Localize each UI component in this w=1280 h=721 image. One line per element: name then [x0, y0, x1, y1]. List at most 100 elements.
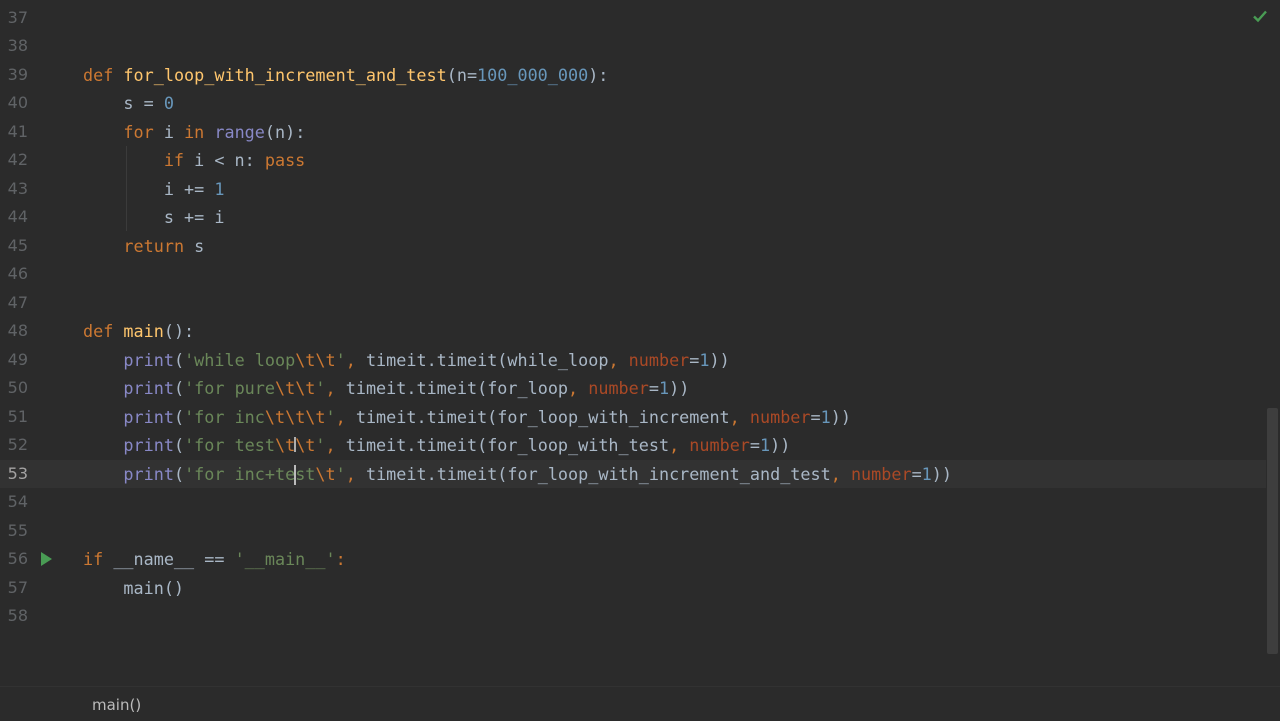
code-line[interactable]: 44 s += i	[0, 203, 1266, 232]
code-text[interactable]: i += 1	[83, 175, 225, 204]
line-number: 48	[7, 321, 28, 340]
line-number: 37	[7, 7, 28, 27]
code-token: =	[911, 463, 922, 484]
code-token: (n=	[446, 64, 478, 85]
code-token: timeit.timeit(for_loop	[345, 378, 569, 398]
code-line[interactable]: 46	[0, 260, 1266, 289]
code-line[interactable]: 43 i += 1	[0, 175, 1266, 204]
code-token: \t	[315, 463, 336, 484]
code-token: '	[335, 349, 346, 370]
code-token: def	[83, 64, 124, 85]
code-line[interactable]: 51 print('for inc\t\t\t', timeit.timeit(…	[0, 403, 1266, 432]
scrollbar-thumb[interactable]	[1267, 408, 1278, 654]
check-icon[interactable]	[1252, 8, 1268, 24]
code-token: '	[315, 435, 326, 455]
code-text[interactable]: s = 0	[83, 89, 174, 118]
code-token: '	[315, 378, 326, 398]
code-token: range	[214, 121, 265, 142]
code-text[interactable]: def main():	[83, 317, 194, 346]
code-token: ))	[709, 349, 730, 370]
code-token: __name__ ==	[113, 549, 235, 569]
code-token: number	[588, 378, 649, 398]
code-text[interactable]: print('for inc\t\t\t', timeit.timeit(for…	[83, 403, 851, 432]
code-token: \t\t	[275, 378, 316, 398]
code-token: ,	[830, 463, 851, 484]
code-token: 1	[658, 378, 670, 398]
code-line[interactable]: 55	[0, 517, 1266, 546]
code-editor[interactable]: 58 57 main() 56 if __name__ == '__main__': 5…	[0, 0, 1280, 686]
code-text[interactable]: print('for pure\t\t', timeit.timeit(for_…	[83, 374, 689, 403]
code-token: number	[749, 406, 811, 427]
code-text[interactable]: if __name__ == '__main__':	[83, 545, 346, 574]
code-token: 0	[163, 93, 174, 113]
code-token: if	[163, 150, 195, 170]
code-token: number	[628, 349, 690, 370]
code-token: ):	[588, 64, 609, 85]
code-line[interactable]: 49 print('while loop\t\t', timeit.timeit…	[0, 346, 1266, 375]
code-text[interactable]: print('for test\t\t', timeit.timeit(for_…	[83, 431, 790, 460]
code-line[interactable]: 48 def main():	[0, 317, 1266, 346]
code-line[interactable]: 42 if i < n: pass	[0, 146, 1266, 175]
code-token: (	[173, 435, 185, 455]
line-number: 44	[7, 207, 28, 226]
code-token: ,	[669, 435, 690, 455]
code-token: return	[123, 235, 195, 256]
code-token: for_loop_with_increment_and_test	[123, 64, 447, 85]
code-line[interactable]: 54	[0, 488, 1266, 517]
code-line[interactable]: 45 return s	[0, 232, 1266, 261]
code-text[interactable]: if i < n: pass	[83, 146, 305, 175]
code-token: s =	[83, 93, 164, 113]
code-token: =	[648, 378, 659, 398]
code-token: ))	[931, 463, 952, 484]
code-line[interactable]: 50 print('for pure\t\t', timeit.timeit(f…	[0, 374, 1266, 403]
code-text[interactable]: print('while loop\t\t', timeit.timeit(wh…	[83, 346, 730, 375]
code-text[interactable]: print('for inc+test\t', timeit.timeit(fo…	[83, 460, 952, 489]
code-token: 100_000_000	[477, 64, 589, 85]
code-line[interactable]: 56 if __name__ == '__main__':	[0, 545, 1266, 574]
code-line[interactable]: 41 for i in range(n):	[0, 118, 1266, 147]
code-token: 'for test	[184, 435, 275, 455]
code-token: ,	[345, 349, 366, 370]
code-token: 1	[820, 406, 831, 427]
code-text[interactable]: return s	[83, 232, 204, 261]
run-icon[interactable]	[41, 552, 52, 566]
code-line[interactable]: 57 main()	[0, 574, 1266, 603]
code-line[interactable]: 58	[0, 602, 1266, 631]
code-line[interactable]: 38	[0, 32, 1266, 61]
code-token: (	[173, 349, 185, 370]
code-text[interactable]: def for_loop_with_increment_and_test(n=1…	[83, 61, 608, 90]
line-number: 46	[7, 264, 28, 283]
code-token: number	[850, 463, 912, 484]
code-token: main()	[83, 577, 185, 598]
line-number: 43	[7, 178, 28, 198]
code-line[interactable]: 37	[0, 4, 1266, 33]
code-token: 'for inc+te	[184, 463, 296, 484]
breadcrumb[interactable]: main()	[92, 696, 141, 714]
line-number: 56	[7, 549, 28, 568]
code-line[interactable]: 53 print('for inc+test\t', timeit.timeit…	[0, 459, 1266, 489]
code-text[interactable]: s += i	[83, 203, 225, 232]
line-number: 42	[7, 150, 28, 169]
code-token: i < n:	[194, 150, 265, 170]
code-token: =	[749, 435, 761, 455]
code-token: (	[173, 378, 185, 398]
code-line[interactable]: 40 s = 0	[0, 89, 1266, 118]
line-number: 52	[7, 435, 28, 454]
code-token: =	[810, 406, 821, 427]
code-token: print	[123, 435, 174, 455]
code-line[interactable]: 39 def for_loop_with_increment_and_test(n…	[0, 61, 1266, 90]
vertical-scrollbar[interactable]	[1267, 0, 1278, 686]
code-text[interactable]: for i in range(n):	[83, 118, 305, 147]
code-token: print	[123, 406, 174, 427]
code-line[interactable]: 47	[0, 289, 1266, 318]
code-text[interactable]: main()	[83, 574, 184, 603]
code-token: if	[83, 549, 114, 569]
code-token: ():	[163, 321, 195, 341]
code-token: ,	[729, 406, 750, 427]
code-line[interactable]: 52 print('for test\t\t', timeit.timeit(f…	[0, 431, 1266, 460]
code-token: ,	[325, 378, 346, 398]
